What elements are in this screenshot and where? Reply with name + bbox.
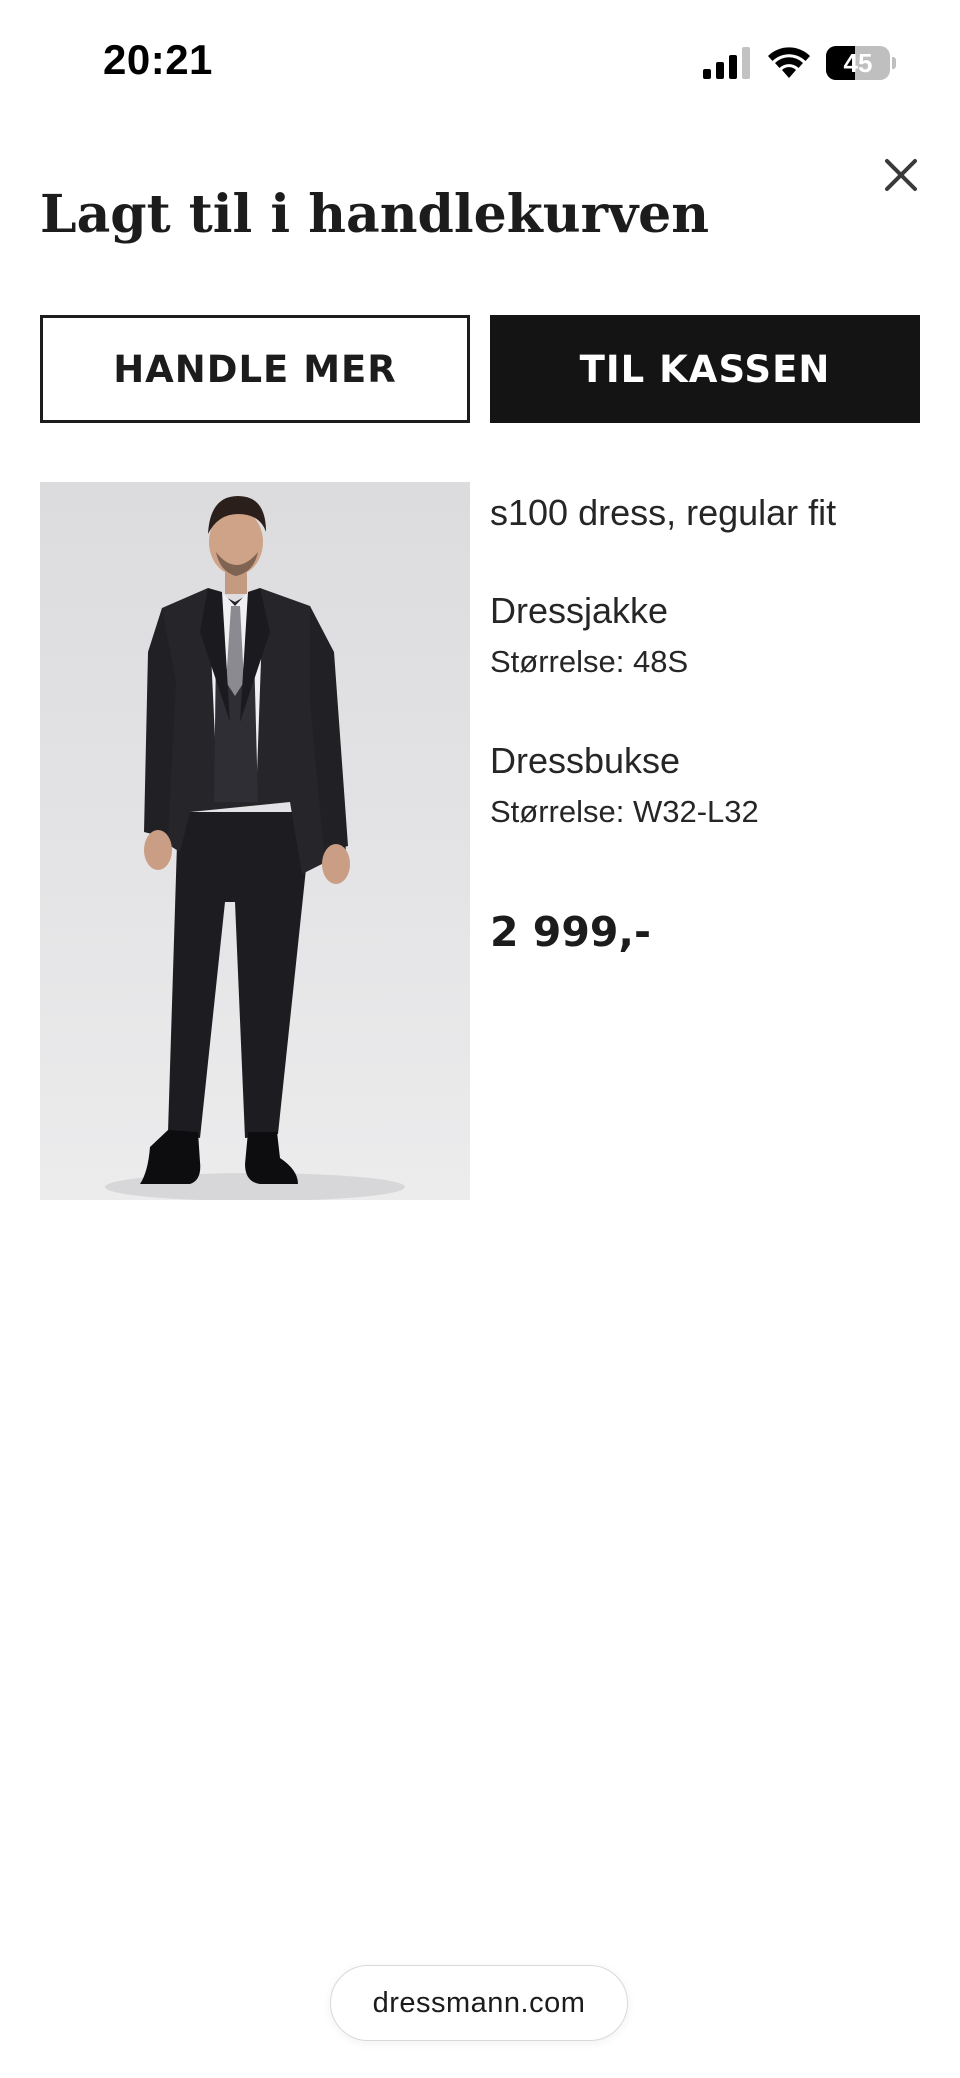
- wifi-icon: [768, 47, 810, 78]
- battery-level: 45: [843, 48, 873, 78]
- close-button[interactable]: [876, 150, 926, 200]
- item-name: Dressbukse: [490, 740, 681, 781]
- product-image[interactable]: [40, 482, 470, 1200]
- status-time: 20:21: [103, 36, 213, 83]
- battery-icon: 45: [826, 46, 896, 80]
- close-icon: [885, 159, 917, 191]
- cellular-signal-icon: [703, 47, 750, 79]
- checkout-button[interactable]: TIL KASSEN: [490, 315, 920, 423]
- product-name[interactable]: s100 dress, regular fit: [490, 492, 836, 534]
- product-photo: [105, 496, 405, 1200]
- status-bar: 20:21 45: [0, 0, 960, 120]
- item-size: Størrelse: W32-L32: [490, 794, 759, 829]
- browser-url-bar[interactable]: dressmann.com: [330, 1965, 628, 2041]
- continue-shopping-button[interactable]: HANDLE MER: [40, 315, 470, 423]
- item-size: Størrelse: 48S: [490, 644, 689, 679]
- dialog-title: Lagt til i handlekurven: [40, 184, 710, 245]
- item-name: Dressjakke: [490, 590, 669, 631]
- product-price: 2 999,-: [490, 908, 651, 956]
